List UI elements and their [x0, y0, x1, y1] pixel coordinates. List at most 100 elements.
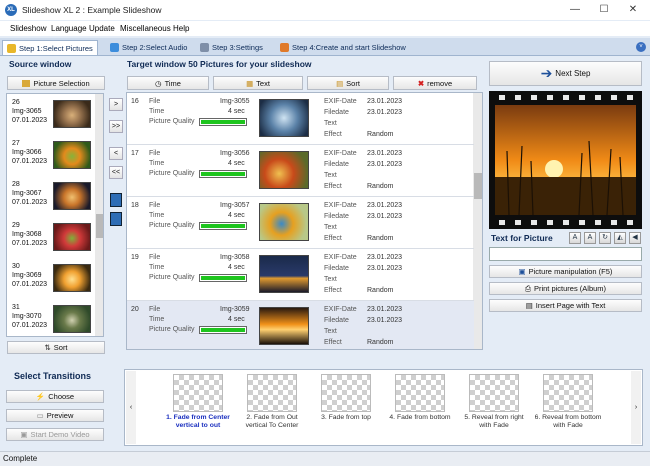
effect-value: Random	[367, 287, 394, 294]
source-item-info: 31 Img-3070 07.01.2023	[12, 303, 47, 330]
target-thumbnail	[259, 255, 309, 293]
target-row[interactable]: 18 File Img-3057 Time 4 sec Picture Quality EX…	[127, 197, 474, 249]
filedate-value: 23.01.2023	[367, 161, 403, 168]
remove-button[interactable]: ✖ remove	[393, 76, 477, 90]
minimize-icon[interactable]: —	[562, 3, 588, 17]
picture-selection-button[interactable]: Picture Selection	[7, 76, 105, 90]
time-label: Time	[149, 212, 165, 219]
source-sort-button[interactable]: ⇅ Sort	[7, 341, 105, 354]
preview-button[interactable]: ▭ Preview	[6, 409, 104, 422]
target-row[interactable]: 19 File Img-3058 Time 4 sec Picture Quality EX…	[127, 249, 474, 301]
tab-step4[interactable]: Step 4:Create and start Slideshow	[276, 40, 410, 55]
tab-step1[interactable]: Step 1:Select Pictures	[2, 40, 98, 55]
scroll-left-icon[interactable]: ‹	[126, 371, 136, 444]
effect-label: Effect	[324, 235, 342, 242]
text-format-icon[interactable]: A	[569, 232, 581, 244]
rotate-icon[interactable]: ↻	[599, 232, 611, 244]
transition-label: 2. Fade from Out vertical To Center	[245, 414, 299, 429]
transition-preview-thumbnail	[543, 374, 593, 412]
text-label: Text	[324, 276, 337, 283]
select-transitions-title: Select Transitions	[14, 371, 92, 381]
close-icon[interactable]: ✕	[620, 3, 646, 17]
quality-label: Picture Quality	[149, 170, 195, 177]
file-label: File	[149, 150, 161, 157]
add-all-button[interactable]: >>	[109, 120, 123, 133]
text-button[interactable]: ▦ Text	[213, 76, 303, 90]
collapse-icon[interactable]: ˅	[636, 42, 646, 52]
source-list-item[interactable]: 30 Img-3069 07.01.2023	[10, 260, 94, 302]
remove-all-button[interactable]: <<	[109, 166, 123, 179]
maximize-icon[interactable]: ☐	[591, 3, 617, 17]
transition-item[interactable]: 4. Fade from bottom	[385, 374, 453, 444]
filedate-value: 23.01.2023	[367, 265, 403, 272]
source-item-name: Img-3066	[12, 149, 42, 156]
source-list-item[interactable]: 31 Img-3070 07.01.2023	[10, 301, 94, 336]
file-name: Img-3055	[220, 98, 250, 105]
menu-update[interactable]: Update	[89, 24, 115, 33]
menu-slideshow[interactable]: Slideshow	[10, 24, 46, 33]
source-list-item[interactable]: 29 Img-3068 07.01.2023	[10, 219, 94, 261]
picture-text-input[interactable]	[489, 247, 642, 261]
row-number: 17	[131, 150, 139, 157]
transition-item[interactable]: 1. Fade from Center vertical to out	[163, 374, 231, 444]
transition-item[interactable]: 2. Fade from Out vertical To Center	[237, 374, 305, 444]
text-for-picture-label: Text for Picture	[491, 233, 553, 243]
source-scroll-thumb[interactable]	[96, 214, 103, 238]
remove-selected-button[interactable]: <	[109, 147, 123, 160]
exif-date: 23.01.2023	[367, 254, 403, 261]
target-scrollbar[interactable]	[473, 93, 482, 349]
target-row[interactable]: 20 File Img-3059 Time 4 sec Picture Quality EX…	[127, 301, 474, 349]
source-list-item[interactable]: 28 Img-3067 07.01.2023	[10, 178, 94, 220]
target-row[interactable]: 17 File Img-3056 Time 4 sec Picture Quality EX…	[127, 145, 474, 197]
text-style-icon[interactable]: A	[584, 232, 596, 244]
target-window-title: Target window 50 Pictures for your slide…	[127, 59, 312, 69]
tab-step4-label: Step 4:Create and start Slideshow	[292, 43, 406, 52]
source-item-date: 07.01.2023	[12, 199, 48, 206]
print-pictures-button[interactable]: ⎙ Print pictures (Album)	[489, 282, 642, 295]
source-scrollbar[interactable]	[95, 94, 103, 336]
file-label: File	[149, 98, 161, 105]
filedate-value: 23.01.2023	[367, 317, 403, 324]
file-label: File	[149, 254, 161, 261]
insert-page-button[interactable]: ▤ Insert Page with Text	[489, 299, 642, 312]
source-item-name: Img-3068	[12, 231, 42, 238]
exif-label: EXIF-Date	[324, 150, 357, 157]
text-label: Text	[324, 120, 337, 127]
tab-step2[interactable]: Step 2:Select Audio	[106, 40, 191, 55]
add-selected-button[interactable]: >	[109, 98, 123, 111]
target-scroll-thumb[interactable]	[474, 173, 482, 199]
source-item-num: 26	[12, 99, 20, 106]
transition-preview-thumbnail	[321, 374, 371, 412]
text-label: Text	[324, 328, 337, 335]
menu-miscellaneous[interactable]: Miscellaneous	[120, 24, 171, 33]
time-button[interactable]: ◷ Time	[127, 76, 209, 90]
menu-language[interactable]: Language	[51, 24, 87, 33]
tab-step3[interactable]: Step 3:Settings	[196, 40, 267, 55]
file-name: Img-3059	[220, 306, 250, 313]
exif-label: EXIF-Date	[324, 98, 357, 105]
transition-item[interactable]: 6. Reveal from bottom with Fade	[533, 374, 601, 444]
insert-page-label: Insert Page with Text	[535, 301, 606, 310]
next-step-button[interactable]: ➔ Next Step	[489, 61, 642, 86]
clock-icon: ◷	[155, 78, 162, 88]
choose-button[interactable]: ⚡ Choose	[6, 390, 104, 403]
move-up-icon[interactable]	[110, 193, 122, 207]
transition-item[interactable]: 5. Reveal from right with Fade	[459, 374, 527, 444]
start-demo-video-button[interactable]: ▣ Start Demo Video	[6, 428, 104, 441]
scroll-right-icon[interactable]: ›	[631, 371, 641, 444]
transition-item[interactable]: 3. Fade from top	[311, 374, 379, 444]
move-down-icon[interactable]	[110, 212, 122, 226]
source-list-item[interactable]: 26 Img-3065 07.01.2023	[10, 96, 94, 138]
flip-icon[interactable]: ◭	[614, 232, 626, 244]
target-sort-button[interactable]: ▤ Sort	[307, 76, 389, 90]
mirror-icon[interactable]: ◀	[629, 232, 641, 244]
window-title: Slideshow XL 2 : Example Slideshow	[22, 5, 162, 15]
transition-preview-thumbnail	[395, 374, 445, 412]
menu-help[interactable]: Help	[173, 24, 189, 33]
picture-manipulation-button[interactable]: ▣ Picture manipulation (F5)	[489, 265, 642, 278]
filedate-label: Filedate	[324, 109, 349, 116]
settings-icon	[200, 43, 209, 52]
target-row[interactable]: 16 File Img-3055 Time 4 sec Picture Quality EX…	[127, 93, 474, 145]
sort-icon: ▤	[336, 78, 344, 88]
source-list-item[interactable]: 27 Img-3066 07.01.2023	[10, 137, 94, 179]
